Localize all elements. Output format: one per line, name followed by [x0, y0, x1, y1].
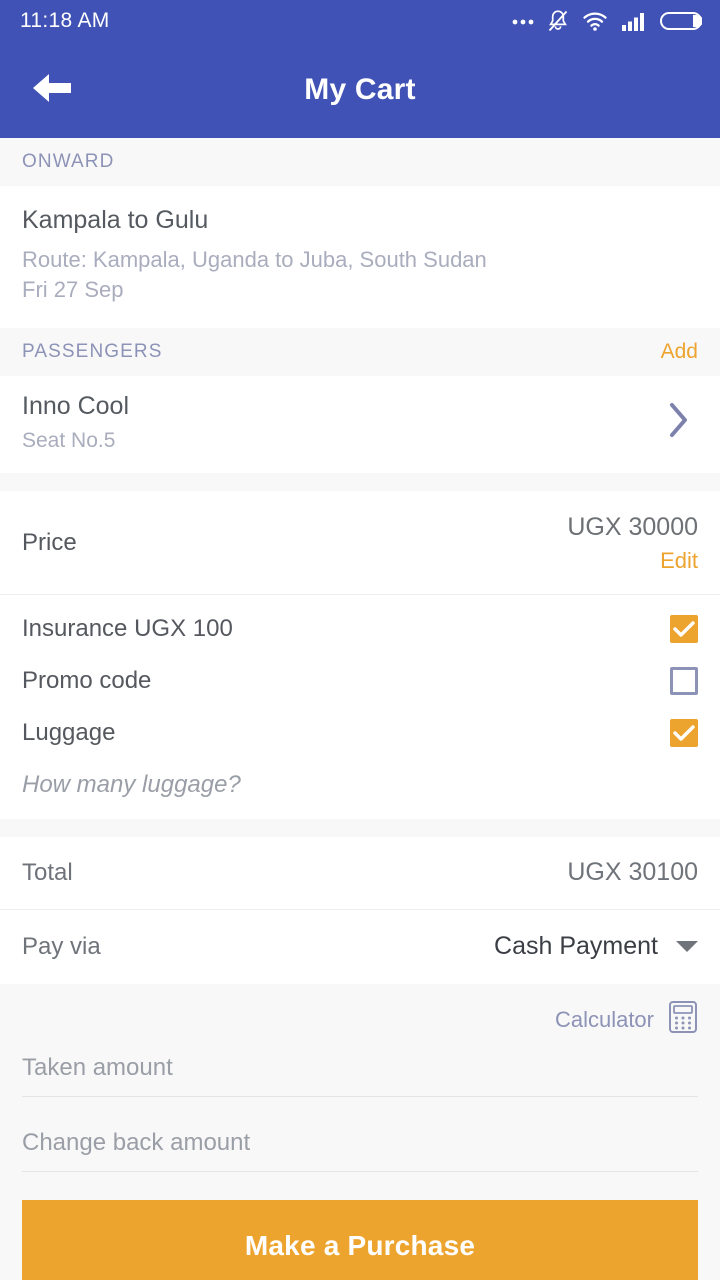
luggage-count-input[interactable]	[22, 758, 698, 803]
taken-amount-input[interactable]	[22, 1041, 698, 1097]
onward-section-header: ONWARD	[0, 138, 720, 186]
trip-summary[interactable]: Kampala to Gulu Route: Kampala, Uganda t…	[0, 186, 720, 328]
trip-date: Fri 27 Sep	[22, 277, 124, 303]
make-a-purchase-button[interactable]: Make a Purchase	[22, 1199, 698, 1280]
notifications-off-icon	[547, 9, 569, 33]
wifi-icon	[582, 10, 608, 32]
option-row-promo-code[interactable]: Promo code	[22, 655, 698, 707]
status-bar: 11:18 AM	[0, 0, 720, 42]
more-dots-icon	[512, 17, 534, 25]
battery-icon	[660, 10, 702, 32]
option-row-insurance[interactable]: Insurance UGX 100	[22, 603, 698, 655]
section-gap-2	[0, 818, 720, 837]
option-row-luggage[interactable]: Luggage	[22, 707, 698, 759]
chevron-right-icon[interactable]	[668, 401, 698, 444]
luggage-checkbox[interactable]	[670, 718, 698, 747]
passengers-section-header: PASSENGERS Add	[0, 327, 720, 376]
trip-route-title: Kampala to Gulu	[22, 206, 209, 234]
option-label-insurance: Insurance UGX 100	[22, 614, 233, 642]
calculator-icon	[668, 1000, 698, 1039]
insurance-checkbox[interactable]	[670, 614, 698, 643]
signal-icon	[621, 10, 647, 32]
price-value: UGX 30000	[567, 512, 698, 541]
status-bar-clock: 11:18 AM	[20, 9, 110, 32]
total-label: Total	[22, 858, 73, 886]
option-label-promo-code: Promo code	[22, 666, 152, 694]
onward-section-label: ONWARD	[22, 151, 115, 172]
passenger-name: Inno Cool	[22, 391, 130, 420]
payment-panel: Calculator Make a Purchas	[0, 983, 720, 1280]
pay-via-row[interactable]: Pay via Cash Payment	[0, 909, 720, 984]
promo-code-checkbox[interactable]	[670, 666, 698, 695]
arrow-left-icon	[30, 70, 74, 111]
section-gap-1	[0, 472, 720, 491]
pay-via-selected-value: Cash Payment	[494, 932, 658, 961]
passenger-list-item[interactable]: Inno Cool Seat No.5	[0, 375, 720, 473]
app-bar: My Cart	[0, 42, 720, 138]
calculator-button[interactable]: Calculator	[22, 998, 698, 1042]
total-value: UGX 30100	[567, 858, 698, 887]
options-group: Insurance UGX 100 Promo code Luggage	[0, 594, 720, 819]
status-bar-icons	[512, 9, 702, 33]
add-passenger-button[interactable]: Add	[661, 340, 698, 364]
pay-via-label: Pay via	[22, 932, 101, 960]
option-label-luggage: Luggage	[22, 718, 116, 746]
passengers-section-label: PASSENGERS	[22, 340, 163, 362]
edit-price-button[interactable]: Edit	[567, 548, 698, 574]
price-row: Price UGX 30000 Edit	[0, 490, 720, 594]
passenger-seat: Seat No.5	[22, 428, 116, 452]
app-screen: 11:18 AM My Cart ONWARD Kampala to Gulu …	[0, 0, 720, 1280]
total-row: Total UGX 30100	[0, 836, 720, 909]
trip-route-detail: Route: Kampala, Uganda to Juba, South Su…	[22, 247, 487, 272]
change-back-amount-input[interactable]	[22, 1116, 698, 1172]
back-button[interactable]	[26, 64, 78, 116]
calculator-label: Calculator	[554, 1006, 654, 1032]
price-label: Price	[22, 529, 77, 557]
page-title: My Cart	[304, 73, 416, 106]
chevron-down-icon[interactable]	[676, 941, 698, 953]
